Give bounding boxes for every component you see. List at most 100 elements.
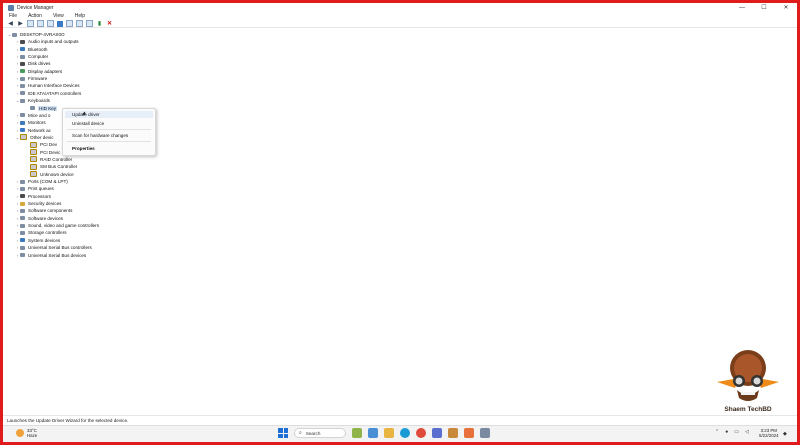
- tree-category-item[interactable]: › System devices: [15, 237, 60, 244]
- edge-icon[interactable]: [400, 428, 410, 438]
- tree-item-label: Disk drives: [28, 61, 51, 67]
- minimize-button[interactable]: —: [731, 3, 753, 12]
- update-driver-icon[interactable]: [66, 20, 73, 27]
- menu-action[interactable]: Action: [22, 13, 47, 19]
- help-icon[interactable]: [57, 20, 63, 27]
- uninstall-icon[interactable]: ✕: [106, 20, 113, 27]
- close-button[interactable]: ✕: [775, 3, 797, 12]
- tree-category-item[interactable]: › Display adapters: [15, 68, 62, 75]
- tree-item-label: Mice and o: [28, 112, 51, 118]
- editor-app-icon[interactable]: [464, 428, 474, 438]
- tree-root[interactable]: ⌄ DESKTOP-4VRAS0O: [7, 31, 65, 38]
- tree-item-label: RAID Controller: [40, 156, 73, 162]
- component-icon: [20, 208, 25, 213]
- tree-category-item[interactable]: › Sound, video and game controllers: [15, 222, 99, 229]
- tree-category-item[interactable]: › Storage controllers: [15, 229, 67, 236]
- warning-device-icon: [30, 141, 37, 148]
- tree-item-label: Audio inputs and outputs: [28, 39, 79, 45]
- mic-icon[interactable]: ●: [725, 429, 728, 435]
- properties-item[interactable]: Properties: [72, 145, 95, 151]
- maximize-button[interactable]: ☐: [753, 3, 775, 12]
- tree-category-item[interactable]: › Firmware: [15, 75, 47, 82]
- computer-icon: [20, 54, 25, 59]
- menu-help[interactable]: Help: [69, 13, 90, 19]
- search-box[interactable]: ⌕ Search: [294, 428, 346, 438]
- show-hide-tree-icon[interactable]: [27, 20, 34, 27]
- tree-category-item[interactable]: › Network ac: [15, 127, 51, 134]
- add-legacy-hardware-icon[interactable]: ▮: [96, 20, 103, 27]
- computer-icon: [12, 32, 17, 37]
- tree-category-item[interactable]: › Audio inputs and outputs: [15, 38, 79, 45]
- scan-hardware-icon[interactable]: [86, 20, 93, 27]
- tree-category-item[interactable]: › Software devices: [15, 215, 63, 222]
- chevron-up-icon[interactable]: ⌃: [715, 429, 719, 435]
- tree-category-item[interactable]: › Universal Serial Bus devices: [15, 252, 86, 259]
- status-text: Launches the Update Driver Wizard for th…: [7, 417, 129, 423]
- tree-item-label: Print queues: [28, 186, 54, 192]
- menu-bar: File Action View Help: [3, 12, 797, 19]
- usb-icon: [20, 253, 25, 257]
- weather-widget[interactable]: 33°C Haze: [16, 428, 37, 438]
- tree-category-item[interactable]: › Ports (COM & LPT): [15, 178, 68, 185]
- tree-child-item[interactable]: SM Bus Controller: [25, 163, 77, 170]
- tree-category-item[interactable]: › Bluetooth: [15, 46, 48, 53]
- keyboard-icon: [30, 106, 35, 110]
- forward-icon[interactable]: ▶: [17, 20, 24, 27]
- device-manager-taskbar-icon[interactable]: [480, 428, 490, 438]
- tree-item-label: Universal Serial Bus controllers: [28, 245, 92, 251]
- tree-item-label: Software devices: [28, 215, 63, 221]
- tree-category-item[interactable]: › Monitors: [15, 119, 46, 126]
- volume-icon[interactable]: ◁: [745, 429, 749, 435]
- tree-category-item[interactable]: › Mice and o: [15, 112, 51, 119]
- notification-icon[interactable]: ◆: [783, 431, 787, 437]
- tree-category-item[interactable]: › Human Interface Devices: [15, 82, 80, 89]
- computer-icon[interactable]: [76, 20, 83, 27]
- taskbar: 33°C Haze ⌕ Search ⌃ ● ▭ ◁ 3:23 PM 5/22/…: [3, 425, 797, 442]
- document-icon[interactable]: [47, 20, 54, 27]
- menu-divider: [67, 141, 151, 142]
- tree-category-item[interactable]: › IDE ATA/ATAPI controllers: [15, 90, 81, 97]
- tree-item-label: Sound, video and game controllers: [28, 223, 99, 229]
- store-icon[interactable]: [432, 428, 442, 438]
- back-icon[interactable]: ◀: [7, 20, 14, 27]
- menu-view[interactable]: View: [47, 13, 69, 19]
- tree-category-item[interactable]: ⌄ Other devic: [15, 134, 54, 141]
- tree-category-item[interactable]: ⌄ Keyboards: [15, 97, 50, 104]
- tree-child-item[interactable]: HID Key: [25, 105, 58, 112]
- tree-item-label: SM Bus Controller: [40, 164, 78, 170]
- tree-category-item[interactable]: › Universal Serial Bus controllers: [15, 244, 92, 251]
- tree-category-item[interactable]: › Disk drives: [15, 60, 51, 67]
- network-icon: [20, 128, 25, 133]
- tree-item-label: System devices: [28, 237, 61, 243]
- tree-child-item[interactable]: RAID Controller: [25, 156, 72, 163]
- tree-item-label: Computer: [28, 54, 49, 60]
- tree-item-label: Other devic: [30, 134, 54, 140]
- start-button[interactable]: [278, 428, 288, 438]
- warning-device-icon: [30, 149, 37, 156]
- window-frame: [0, 0, 800, 445]
- tree-category-item[interactable]: › Processors: [15, 193, 51, 200]
- tree-category-item[interactable]: › Software components: [15, 207, 73, 214]
- tree-child-item[interactable]: PCI Dev: [25, 141, 57, 148]
- menu-file[interactable]: File: [3, 13, 22, 19]
- clock[interactable]: 3:23 PM 5/22/2024: [759, 428, 779, 438]
- widget-app-icon[interactable]: [352, 428, 362, 438]
- security-icon: [20, 201, 25, 206]
- file-explorer-icon[interactable]: [384, 428, 394, 438]
- uninstall-device-item[interactable]: Uninstall device: [72, 120, 104, 126]
- network-icon[interactable]: ▭: [734, 429, 739, 435]
- chrome-icon[interactable]: [416, 428, 426, 438]
- tree-item-label: IDE ATA/ATAPI controllers: [28, 90, 82, 96]
- tree-category-item[interactable]: › Print queues: [15, 185, 54, 192]
- winrar-icon[interactable]: [448, 428, 458, 438]
- scan-hardware-item[interactable]: Scan for hardware changes: [72, 132, 128, 138]
- tree-item-label: Keyboards: [28, 98, 50, 104]
- copilot-icon[interactable]: [368, 428, 378, 438]
- tree-child-item[interactable]: Unknown device: [25, 171, 74, 178]
- tree-category-item[interactable]: › Security devices: [15, 200, 62, 207]
- system-tray: ⌃ ● ▭ ◁: [715, 429, 749, 435]
- tree-child-item[interactable]: PCI Devic: [25, 149, 60, 156]
- properties-icon[interactable]: [37, 20, 44, 27]
- tree-category-item[interactable]: › Computer: [15, 53, 48, 60]
- window-title: Device Manager: [17, 4, 54, 11]
